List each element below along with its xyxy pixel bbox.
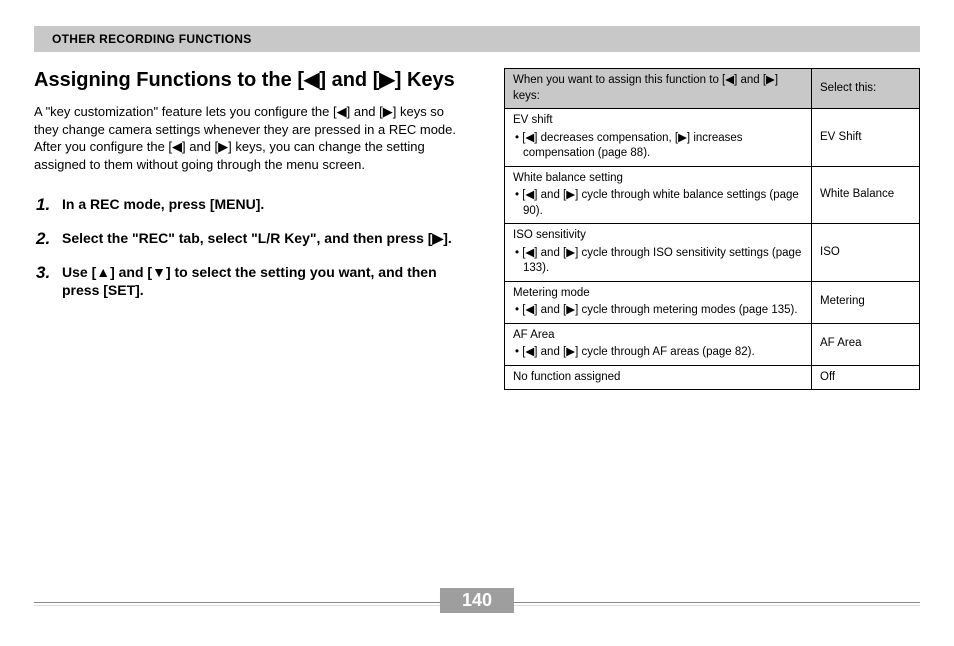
row-title: No function assigned [513, 370, 803, 386]
row-title: AF Area [513, 328, 803, 344]
row-title: EV shift [513, 113, 803, 129]
step-text: In a REC mode, press [MENU]. [62, 195, 264, 213]
row-bullet: • [◀] and [▶] cycle through ISO sensitiv… [513, 246, 803, 277]
row-select: Off [812, 365, 920, 390]
table-row: Metering mode • [◀] and [▶] cycle throug… [505, 281, 920, 323]
table-row: No function assigned Off [505, 365, 920, 390]
row-bullet: • [◀] decreases compensation, [▶] increa… [513, 131, 803, 162]
row-bullet: • [◀] and [▶] cycle through white balanc… [513, 188, 803, 219]
steps-list: 1. In a REC mode, press [MENU]. 2. Selec… [36, 195, 464, 299]
row-title: Metering mode [513, 286, 803, 302]
row-select: AF Area [812, 323, 920, 365]
row-bullet: • [◀] and [▶] cycle through metering mod… [513, 303, 803, 319]
step-number: 3. [36, 263, 62, 283]
table-row: AF Area • [◀] and [▶] cycle through AF a… [505, 323, 920, 365]
row-select: EV Shift [812, 109, 920, 167]
left-column: Assigning Functions to the [◀] and [▶] K… [34, 68, 464, 390]
row-title: White balance setting [513, 171, 803, 187]
row-select: ISO [812, 224, 920, 282]
section-header-bar: OTHER RECORDING FUNCTIONS [34, 26, 920, 52]
page-heading: Assigning Functions to the [◀] and [▶] K… [34, 68, 464, 93]
intro-paragraph: A "key customization" feature lets you c… [34, 103, 464, 173]
table-row: White balance setting • [◀] and [▶] cycl… [505, 166, 920, 224]
step-item: 1. In a REC mode, press [MENU]. [36, 195, 464, 215]
row-select: White Balance [812, 166, 920, 224]
functions-table: When you want to assign this function to… [504, 68, 920, 390]
page-number-badge: 140 [440, 588, 514, 613]
table-row: EV shift • [◀] decreases compensation, [… [505, 109, 920, 167]
step-text: Select the "REC" tab, select "L/R Key", … [62, 229, 452, 247]
table-row: ISO sensitivity • [◀] and [▶] cycle thro… [505, 224, 920, 282]
row-select: Metering [812, 281, 920, 323]
row-bullet: • [◀] and [▶] cycle through AF areas (pa… [513, 345, 803, 361]
right-column: When you want to assign this function to… [504, 68, 920, 390]
step-number: 2. [36, 229, 62, 249]
step-item: 2. Select the "REC" tab, select "L/R Key… [36, 229, 464, 249]
table-header-left: When you want to assign this function to… [505, 69, 812, 109]
content-columns: Assigning Functions to the [◀] and [▶] K… [34, 68, 920, 390]
step-number: 1. [36, 195, 62, 215]
step-text: Use [▲] and [▼] to select the setting yo… [62, 263, 464, 299]
step-item: 3. Use [▲] and [▼] to select the setting… [36, 263, 464, 299]
section-header: OTHER RECORDING FUNCTIONS [52, 32, 252, 46]
row-title: ISO sensitivity [513, 228, 803, 244]
table-header-right: Select this: [812, 69, 920, 109]
page-footer: 140 [0, 588, 954, 618]
